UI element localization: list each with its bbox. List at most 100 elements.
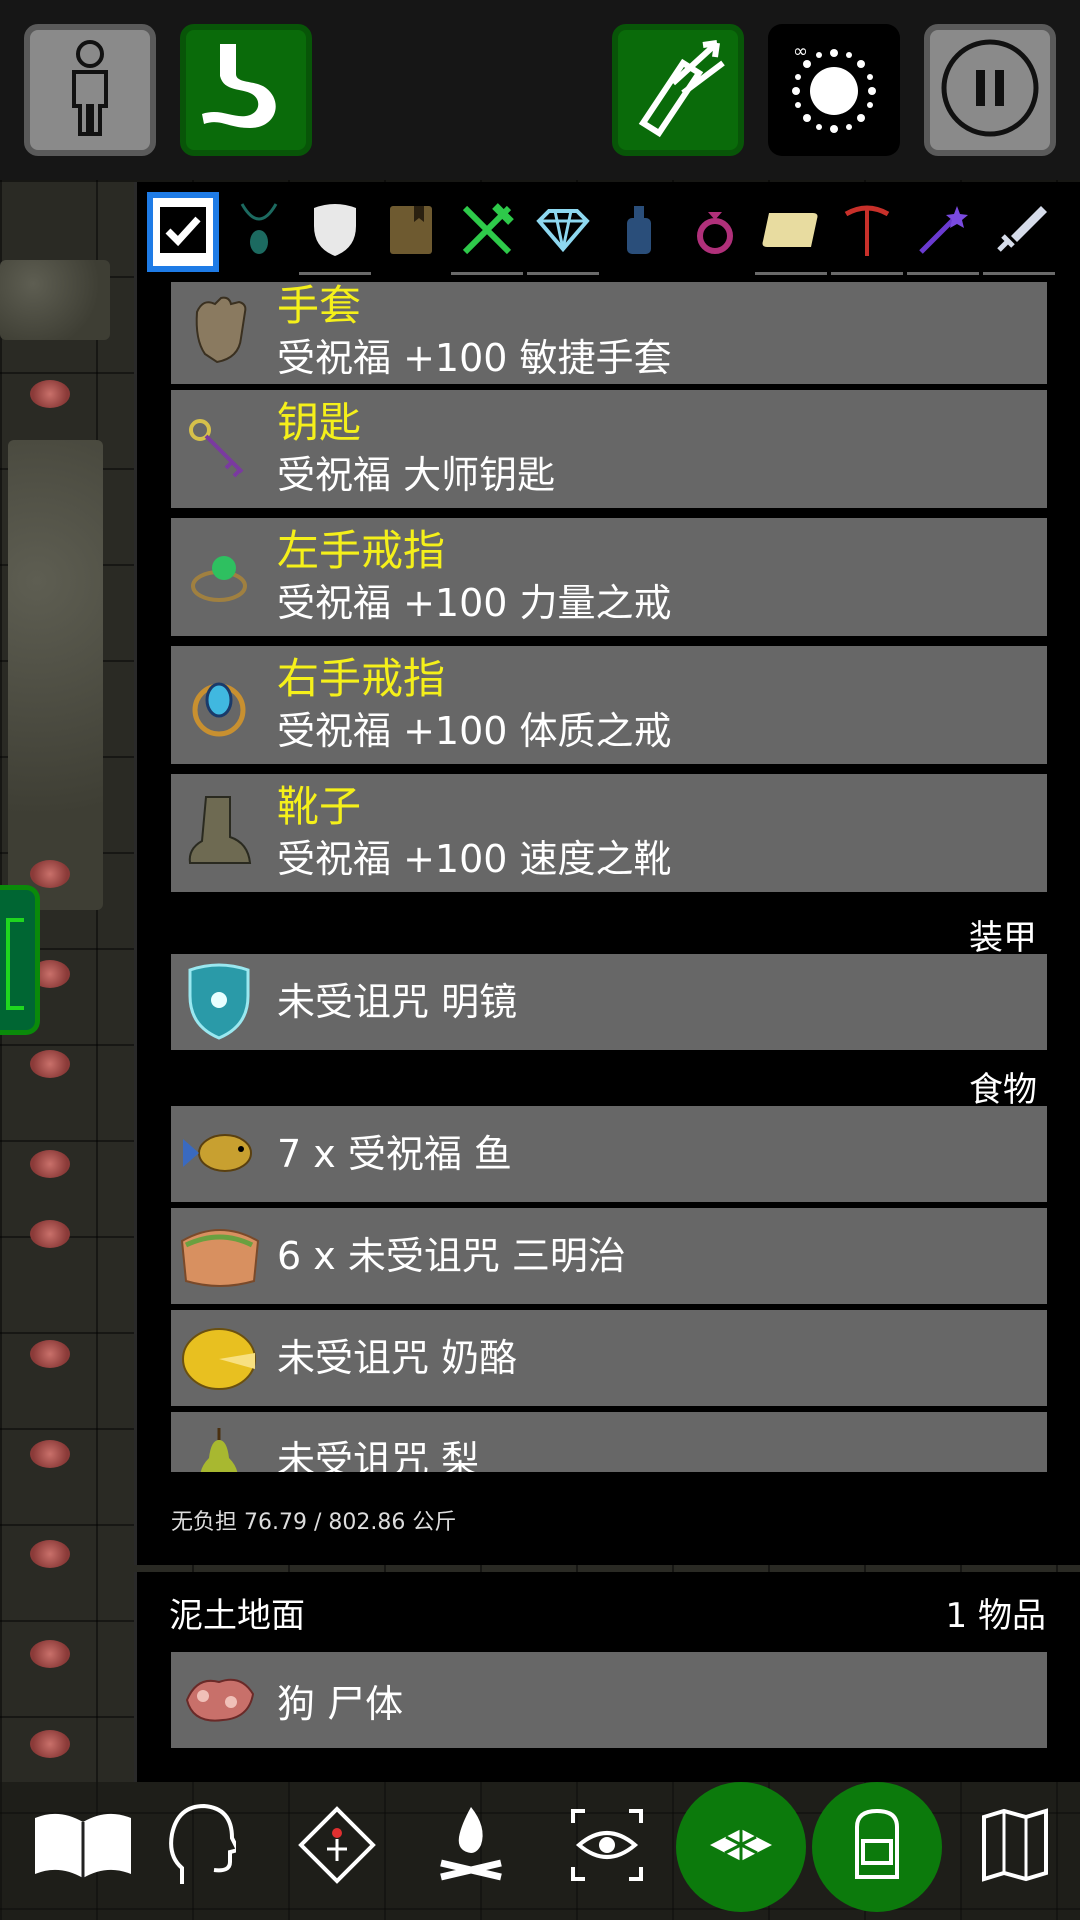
filter-food[interactable] — [451, 192, 523, 272]
list-item-mirror[interactable]: 未受诅咒 明镜 — [171, 954, 1047, 1050]
wand-icon — [915, 202, 971, 262]
gloves-icon — [171, 284, 267, 380]
campfire-icon — [433, 1803, 509, 1891]
item-description: 未受诅咒 梨 — [277, 1438, 480, 1472]
corpse-icon — [171, 1652, 267, 1748]
ground-tile-name: 泥土地面 — [169, 1596, 305, 1636]
item-description: 未受诅咒 明镜 — [277, 980, 518, 1024]
mirror-shield-icon — [171, 954, 267, 1050]
stomach-icon — [196, 38, 296, 142]
item-description: 未受诅咒 奶酪 — [277, 1336, 518, 1380]
filter-all[interactable] — [147, 192, 219, 272]
item-description: 狗 尸体 — [277, 1681, 404, 1726]
filter-scroll[interactable] — [755, 192, 827, 272]
key-icon — [171, 401, 267, 497]
look-button[interactable] — [542, 1782, 672, 1912]
diamond-sigil-icon — [297, 1805, 377, 1889]
blue-ring-icon — [171, 657, 267, 753]
open-book-icon — [31, 1810, 135, 1884]
filter-weapon[interactable] — [983, 192, 1055, 272]
diamond-icon — [535, 207, 591, 257]
list-item-cheese[interactable]: 未受诅咒 奶酪 — [171, 1310, 1047, 1406]
section-header-armor: 装甲 — [969, 918, 1037, 958]
item-description: 6 x 未受诅咒 三明治 — [277, 1234, 626, 1278]
quiver-icon — [623, 33, 733, 147]
item-slot-label: 钥匙 — [277, 398, 362, 447]
inventory-button[interactable] — [812, 1782, 942, 1912]
checkmark-icon — [158, 205, 208, 259]
spell-burst-icon: ∞ — [779, 33, 889, 147]
cheese-icon — [171, 1310, 267, 1406]
item-description: 受祝福 +100 力量之戒 — [277, 581, 672, 625]
inventory-list[interactable]: 手套 受祝福 +100 敏捷手套 钥匙 受祝福 大师钥匙 左手戒指 受祝福 +1… — [171, 282, 1047, 1472]
sandwich-icon — [171, 1208, 267, 1304]
pause-button[interactable] — [924, 24, 1056, 156]
weight-status: 无负担 76.79 / 802.86 公斤 — [171, 1510, 457, 1535]
pause-icon — [938, 36, 1042, 144]
bottom-toolbar — [0, 1782, 1080, 1920]
potion-icon — [624, 204, 654, 260]
item-description: 受祝福 +100 体质之戒 — [277, 709, 672, 753]
ground-list-item[interactable]: 狗 尸体 — [171, 1652, 1047, 1748]
map-button[interactable] — [950, 1782, 1080, 1912]
scroll-icon — [761, 205, 821, 259]
filter-ring[interactable] — [679, 192, 751, 272]
item-slot-label: 左手戒指 — [277, 526, 446, 575]
top-action-bar: ∞ — [0, 0, 1080, 180]
fish-icon — [171, 1106, 267, 1202]
filter-underline — [527, 272, 599, 275]
list-item-left-ring[interactable]: 左手戒指 受祝福 +100 力量之戒 — [171, 518, 1047, 636]
backpack-icon — [847, 1807, 907, 1887]
filter-underline — [907, 272, 979, 275]
ring-icon — [692, 204, 738, 260]
list-item-sandwich[interactable]: 6 x 未受诅咒 三明治 — [171, 1208, 1047, 1304]
inventory-panel: 手套 受祝福 +100 敏捷手套 钥匙 受祝福 大师钥匙 左手戒指 受祝福 +1… — [134, 182, 1080, 1565]
category-filter-bar — [147, 192, 1071, 278]
sword-icon — [991, 202, 1047, 262]
item-description: 受祝福 大师钥匙 — [277, 453, 556, 497]
list-item-fish[interactable]: 7 x 受祝福 鱼 — [171, 1106, 1047, 1202]
fork-knife-icon — [459, 202, 515, 262]
ground-panel: 泥土地面 1 物品 狗 尸体 — [134, 1572, 1080, 1782]
filter-potion[interactable] — [603, 192, 675, 272]
green-ring-icon — [171, 529, 267, 625]
spell-button[interactable]: ∞ — [768, 24, 900, 156]
rest-button[interactable] — [406, 1782, 536, 1912]
item-description: 受祝福 +100 速度之靴 — [277, 837, 672, 881]
list-item-pear[interactable]: 未受诅咒 梨 — [171, 1412, 1047, 1472]
filter-wand[interactable] — [907, 192, 979, 272]
book-icon — [388, 204, 434, 260]
floor-button[interactable] — [676, 1782, 806, 1912]
item-slot-label: 右手戒指 — [277, 654, 446, 703]
hunger-status-button[interactable] — [180, 24, 312, 156]
filter-amulet[interactable] — [223, 192, 295, 272]
chat-button[interactable] — [136, 1782, 266, 1912]
list-item-key[interactable]: 钥匙 受祝福 大师钥匙 — [171, 390, 1047, 508]
abilities-button[interactable] — [272, 1782, 402, 1912]
quiver-button[interactable] — [612, 24, 744, 156]
list-item-right-ring[interactable]: 右手戒指 受祝福 +100 体质之戒 — [171, 646, 1047, 764]
side-panel-handle[interactable] — [0, 885, 40, 1035]
list-item-boots[interactable]: 靴子 受祝福 +100 速度之靴 — [171, 774, 1047, 892]
character-icon — [60, 38, 120, 142]
filter-armor[interactable] — [299, 192, 371, 272]
item-slot-label: 靴子 — [277, 782, 362, 831]
filter-gem[interactable] — [527, 192, 599, 272]
item-description: 7 x 受祝福 鱼 — [277, 1132, 512, 1176]
pear-icon — [171, 1412, 267, 1472]
filter-tool[interactable] — [831, 192, 903, 272]
journal-button[interactable] — [18, 1782, 148, 1912]
shield-icon — [310, 202, 360, 262]
head-outline-icon — [166, 1800, 241, 1894]
amulet-icon — [234, 200, 284, 264]
item-slot-label: 手套 — [277, 282, 362, 330]
item-description: 受祝福 +100 敏捷手套 — [277, 336, 672, 380]
filter-underline — [755, 272, 827, 275]
filter-underline — [983, 272, 1055, 275]
filter-book[interactable] — [375, 192, 447, 272]
boots-icon — [171, 785, 267, 881]
list-item-gloves[interactable]: 手套 受祝福 +100 敏捷手套 — [171, 282, 1047, 384]
map-icon — [980, 1807, 1050, 1887]
character-button[interactable] — [24, 24, 156, 156]
svg-text:∞: ∞ — [793, 41, 808, 62]
